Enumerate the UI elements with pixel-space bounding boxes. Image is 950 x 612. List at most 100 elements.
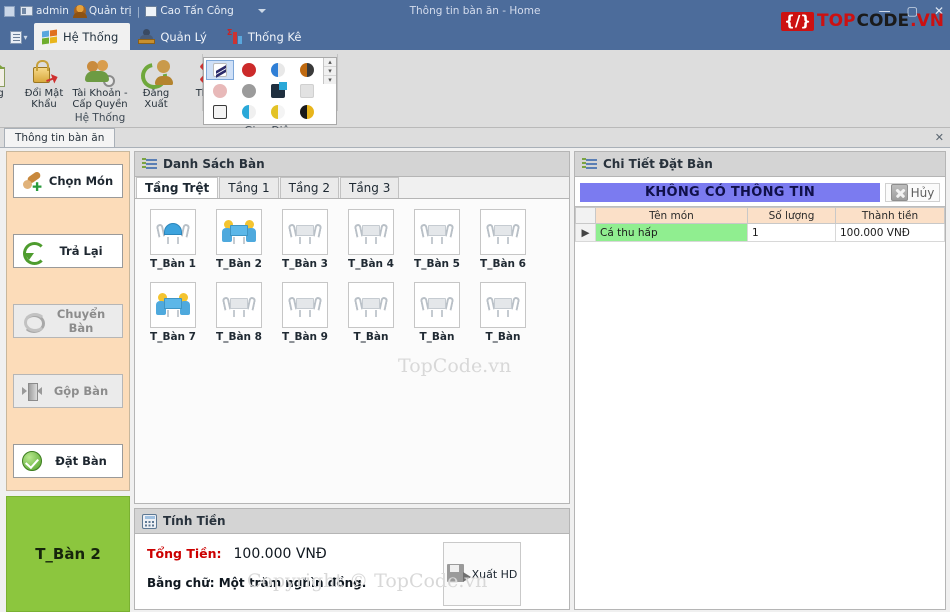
- quick-access-toolbar[interactable]: admin Quản trị | Cao Tấn Công: [4, 5, 266, 18]
- table-card-10[interactable]: T_Bàn: [345, 282, 397, 343]
- skin-gallery[interactable]: ▴ ▾ ▾: [203, 57, 337, 125]
- xuat-hd-button[interactable]: Xuất HD: [443, 542, 521, 606]
- table-card-1[interactable]: T_Bàn 1: [147, 209, 199, 270]
- cell-so-luong[interactable]: 1: [747, 223, 836, 242]
- order-detail-panel: Chi Tiết Đặt Bàn KHÔNG CÓ THÔNG TIN Hủy …: [574, 151, 946, 610]
- dang-xuat-button[interactable]: Đăng Xuất: [130, 55, 182, 112]
- skin-scroll-up-button[interactable]: ▴: [324, 58, 336, 67]
- table-list-header: Danh Sách Bàn: [135, 152, 569, 177]
- doi-mat-khau-button[interactable]: Đổi Mật Khẩu: [18, 55, 70, 112]
- topcode-logo: {/} TOP CODE .VN: [781, 12, 944, 31]
- tai-khoan-label-1: Tài Khoản -: [72, 88, 128, 99]
- tab-thong-ke-label: Thống Kê: [247, 29, 302, 44]
- qat-item-quan-tri[interactable]: Quản trị: [72, 5, 132, 18]
- tab-he-thong[interactable]: Hệ Thống: [34, 23, 131, 50]
- skin-black-icon: [300, 105, 314, 119]
- qat-item-user[interactable]: Cao Tấn Công: [145, 5, 234, 17]
- skin-item-0[interactable]: [206, 60, 234, 80]
- ribbon-group-giao-dien: ▴ ▾ ▾ Giao Diện: [203, 50, 337, 137]
- skin-gallery-grid[interactable]: [204, 58, 323, 124]
- table-card-7[interactable]: T_Bàn 7: [147, 282, 199, 343]
- table-card-9[interactable]: T_Bàn 9: [279, 282, 331, 343]
- bill-header: Tính Tiền: [135, 509, 569, 534]
- list-icon: [582, 157, 597, 171]
- skin-gallery-scrollbar[interactable]: ▴ ▾ ▾: [323, 58, 336, 84]
- skin-scroll-down-button[interactable]: ▾: [324, 67, 336, 76]
- cell-ten-mon[interactable]: Cá thu hấp: [595, 223, 748, 242]
- skin-item-5[interactable]: [235, 81, 263, 101]
- col-header-ten-mon[interactable]: Tên món: [595, 207, 748, 224]
- table-card-7-label: T_Bàn 7: [150, 331, 196, 343]
- table-row[interactable]: ▶ Cá thu hấp 1 100.000 VNĐ: [575, 223, 945, 242]
- table-free-icon: [419, 220, 455, 244]
- floor-tab-tang-tret[interactable]: Tầng Trệt: [136, 177, 219, 198]
- skin-item-8[interactable]: [206, 102, 234, 122]
- chon-mon-button[interactable]: ✚ Chọn Món: [13, 164, 123, 198]
- workspace: ✚ Chọn Món Trả Lại Chuyển Bàn Gộp Bàn Đặ…: [0, 148, 950, 612]
- skin-grey-icon: [242, 84, 256, 98]
- skin-default-icon: [213, 63, 227, 78]
- skin-item-6[interactable]: [264, 81, 292, 101]
- table-card-11-label: T_Bàn: [419, 331, 455, 343]
- floor-tab-tang-1[interactable]: Tầng 1: [219, 177, 279, 198]
- table-card-8[interactable]: T_Bàn 8: [213, 282, 265, 343]
- table-card-12[interactable]: T_Bàn: [477, 282, 529, 343]
- skin-scroll-more-button[interactable]: ▾: [324, 76, 336, 84]
- table-list-title: Danh Sách Bàn: [163, 157, 265, 171]
- skin-item-1[interactable]: [235, 60, 263, 80]
- doc-tab-thong-tin-ban-an[interactable]: Thông tin bàn ăn: [4, 128, 116, 147]
- skin-item-3[interactable]: [293, 60, 321, 80]
- table-free-icon: [485, 220, 521, 244]
- col-header-so-luong[interactable]: Số lượng: [747, 207, 836, 224]
- floor-tab-tang-3[interactable]: Tầng 3: [339, 177, 400, 198]
- table-card-10-label: T_Bàn: [353, 331, 389, 343]
- floor-tab-tang-2[interactable]: Tầng 2: [279, 177, 339, 198]
- qat-item-admin[interactable]: admin: [20, 5, 69, 17]
- table-card-4[interactable]: T_Bàn 4: [345, 209, 397, 270]
- table-card-5[interactable]: T_Bàn 5: [411, 209, 463, 270]
- skin-item-9[interactable]: [235, 102, 263, 122]
- qat-admin-label: admin: [36, 5, 69, 17]
- tra-lai-label: Trả Lại: [59, 244, 103, 258]
- sidebar: ✚ Chọn Món Trả Lại Chuyển Bàn Gộp Bàn Đặ…: [0, 148, 130, 612]
- chevron-down-icon[interactable]: [257, 9, 266, 13]
- table-card-11[interactable]: T_Bàn: [411, 282, 463, 343]
- xuat-hd-label: Xuất HD: [471, 567, 518, 581]
- doc-tab-close-icon[interactable]: ✕: [935, 131, 944, 144]
- application-menu-button[interactable]: ▾: [4, 25, 34, 49]
- chuyen-ban-button[interactable]: Chuyển Bàn: [13, 304, 123, 338]
- tai-khoan-cap-quyen-button[interactable]: Tài Khoản - Cấp Quyền: [72, 55, 128, 112]
- cell-thanh-tien[interactable]: 100.000 VNĐ: [835, 223, 945, 242]
- trang-chu-button[interactable]: TrangChủ: [0, 55, 16, 112]
- dat-ban-button[interactable]: Đặt Bàn: [13, 444, 123, 478]
- huy-button[interactable]: Hủy: [885, 183, 940, 202]
- restore-icon[interactable]: [4, 5, 15, 17]
- skin-item-10[interactable]: [264, 102, 292, 122]
- table-list-panel: Danh Sách Bàn Tầng Trệt Tầng 1 Tầng 2 Tầ…: [134, 151, 570, 504]
- table-header-row: Tên món Số lượng Thành tiền: [575, 207, 945, 224]
- skin-item-11[interactable]: [293, 102, 321, 122]
- table-free-icon: [485, 293, 521, 317]
- table-card-3[interactable]: T_Bàn 3: [279, 209, 331, 270]
- table-card-6-label: T_Bàn 6: [480, 258, 526, 270]
- order-detail-header: Chi Tiết Đặt Bàn: [575, 152, 945, 177]
- skin-item-2[interactable]: [264, 60, 292, 80]
- tab-quan-ly[interactable]: Quản Lý: [130, 23, 219, 50]
- skin-item-4[interactable]: [206, 81, 234, 101]
- tab-thong-ke[interactable]: Σ Thống Kê: [219, 23, 314, 50]
- skin-yellow-icon: [271, 105, 285, 119]
- tra-lai-button[interactable]: Trả Lại: [13, 234, 123, 268]
- table-free-icon: [353, 293, 389, 317]
- doi-mat-khau-label-2: Khẩu: [31, 99, 57, 110]
- table-card-6[interactable]: T_Bàn 6: [477, 209, 529, 270]
- skin-item-7[interactable]: [293, 81, 321, 101]
- ribbon-group-he-thong: TrangChủ Đổi MậtKhẩu Tài Khoản -Cấp Quyề…: [0, 50, 224, 127]
- ribbon-body: TrangChủ Đổi MậtKhẩu Tài Khoản -Cấp Quyề…: [0, 50, 950, 137]
- order-items-grid[interactable]: Tên món Số lượng Thành tiền ▶ Cá thu hấp…: [575, 206, 945, 609]
- table-card-2[interactable]: T_Bàn 2: [213, 209, 265, 270]
- check-circle-icon: [22, 451, 42, 471]
- order-detail-column: Chi Tiết Đặt Bàn KHÔNG CÓ THÔNG TIN Hủy …: [570, 148, 950, 612]
- password-lock-icon: [29, 57, 59, 87]
- col-header-thanh-tien[interactable]: Thành tiền: [835, 207, 945, 224]
- gop-ban-button[interactable]: Gộp Bàn: [13, 374, 123, 408]
